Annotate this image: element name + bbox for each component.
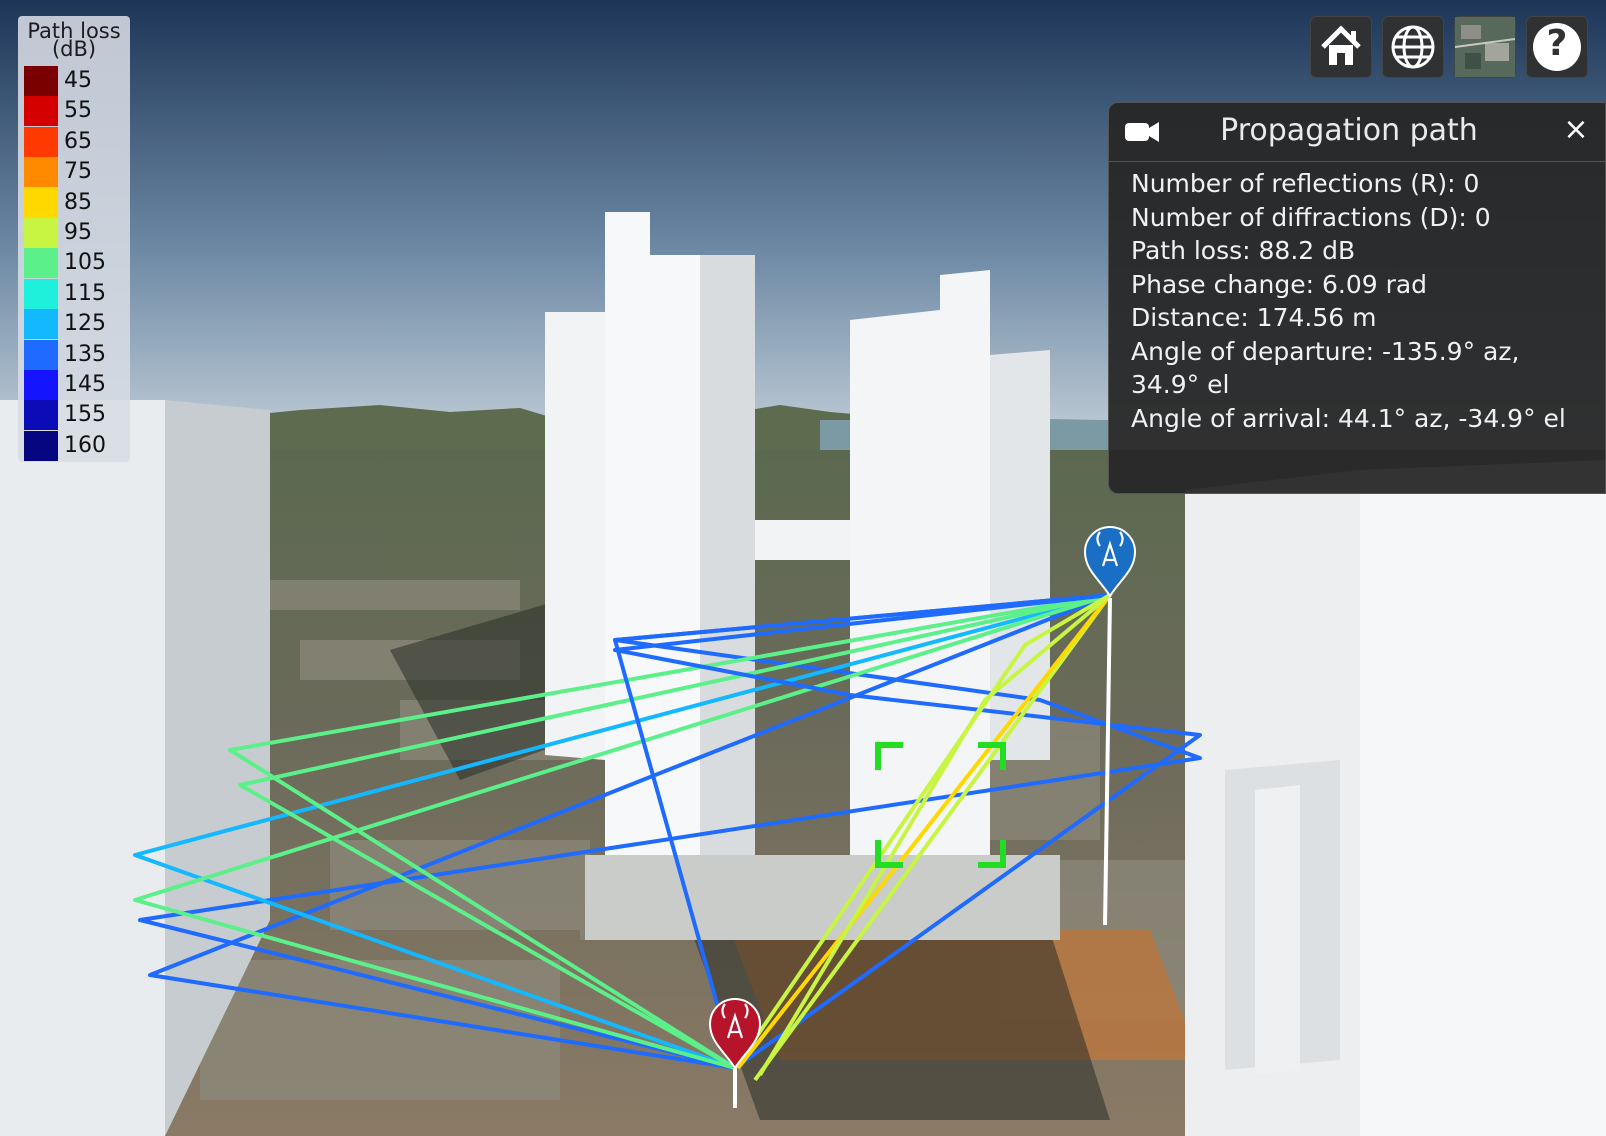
panel-body: Number of reflections (R): 0 Number of di… — [1131, 167, 1591, 435]
panel-property-line: Distance: 174.56 m — [1131, 303, 1377, 332]
basemap-button[interactable] — [1454, 16, 1516, 78]
legend-label: 55 — [64, 98, 92, 124]
legend-entry: 125 — [24, 309, 128, 340]
legend-label: 95 — [64, 220, 92, 245]
legend-label: 75 — [64, 159, 92, 185]
home-button[interactable] — [1310, 16, 1372, 78]
legend-label: 155 — [64, 402, 106, 428]
legend-entry: 160 — [24, 430, 128, 461]
globe-icon — [1391, 25, 1435, 69]
legend-label: 160 — [64, 432, 106, 458]
legend-label: 85 — [64, 189, 92, 215]
legend-swatch — [24, 66, 58, 96]
legend-entry: 75 — [24, 157, 128, 188]
propagation-path-panel: Propagation path × Number of reflections… — [1108, 102, 1606, 494]
panel-property-line: Angle of departure: -135.9° az, — [1131, 336, 1520, 366]
legend-swatch — [24, 400, 58, 431]
legend-swatch — [24, 248, 58, 279]
legend-swatch — [24, 187, 58, 218]
legend-swatch — [24, 126, 58, 157]
globe-button[interactable] — [1382, 16, 1444, 78]
panel-property-line: Phase change: 6.09 rad — [1131, 269, 1428, 299]
legend-label: 145 — [64, 372, 106, 397]
legend-entry: 45 — [24, 66, 128, 96]
legend-swatch — [24, 430, 58, 461]
legend-entry: 95 — [24, 218, 128, 248]
legend-label: 115 — [64, 280, 106, 306]
panel-property-line: Number of diffractions (D): 0 — [1131, 202, 1491, 232]
path-loss-legend: Path loss (dB) 45 55 65 75 85 95 105 115 125 135 1… — [18, 16, 130, 462]
legend-swatch — [24, 157, 58, 188]
panel-header: Propagation path × — [1109, 103, 1605, 162]
legend-entry: 145 — [24, 370, 128, 400]
legend-swatch — [24, 278, 58, 309]
legend-entry: 85 — [24, 187, 128, 218]
legend-entry: 105 — [24, 248, 128, 279]
legend-swatch — [24, 309, 58, 340]
close-button[interactable]: × — [1561, 115, 1591, 145]
panel-property-line: 34.9° el — [1131, 370, 1230, 399]
help-glyph: ? — [1546, 23, 1568, 64]
legend-title: Path loss (dB) — [18, 21, 130, 60]
legend-label: 65 — [64, 128, 92, 154]
legend-entry: 115 — [24, 278, 128, 309]
legend-swatch — [24, 218, 58, 248]
legend-entry: 55 — [24, 96, 128, 127]
camera-icon[interactable] — [1123, 119, 1161, 145]
legend-entry: 135 — [24, 339, 128, 370]
panel-property-line: Number of reflections (R): 0 — [1131, 169, 1480, 198]
home-icon — [1321, 25, 1361, 65]
panel-property-line: Angle of arrival: 44.1° az, -34.9° el — [1131, 403, 1566, 433]
map-viewer[interactable]: Path loss (dB) 45 55 65 75 85 95 105 115 125 135 1… — [0, 0, 1606, 1136]
legend-label: 105 — [64, 250, 106, 276]
legend-label: 45 — [64, 68, 92, 93]
legend-entry: 65 — [24, 126, 128, 157]
legend-swatch — [24, 96, 58, 127]
legend-entry: 155 — [24, 400, 128, 431]
legend-swatch — [24, 370, 58, 400]
legend-label: 135 — [64, 341, 106, 367]
legend-label: 125 — [64, 311, 106, 337]
legend-swatch — [24, 339, 58, 370]
satellite-map-icon — [1455, 17, 1515, 77]
panel-property-line: Path loss: 88.2 dB — [1131, 236, 1356, 265]
panel-title: Propagation path — [1220, 113, 1478, 148]
help-button[interactable]: ? — [1526, 16, 1588, 78]
